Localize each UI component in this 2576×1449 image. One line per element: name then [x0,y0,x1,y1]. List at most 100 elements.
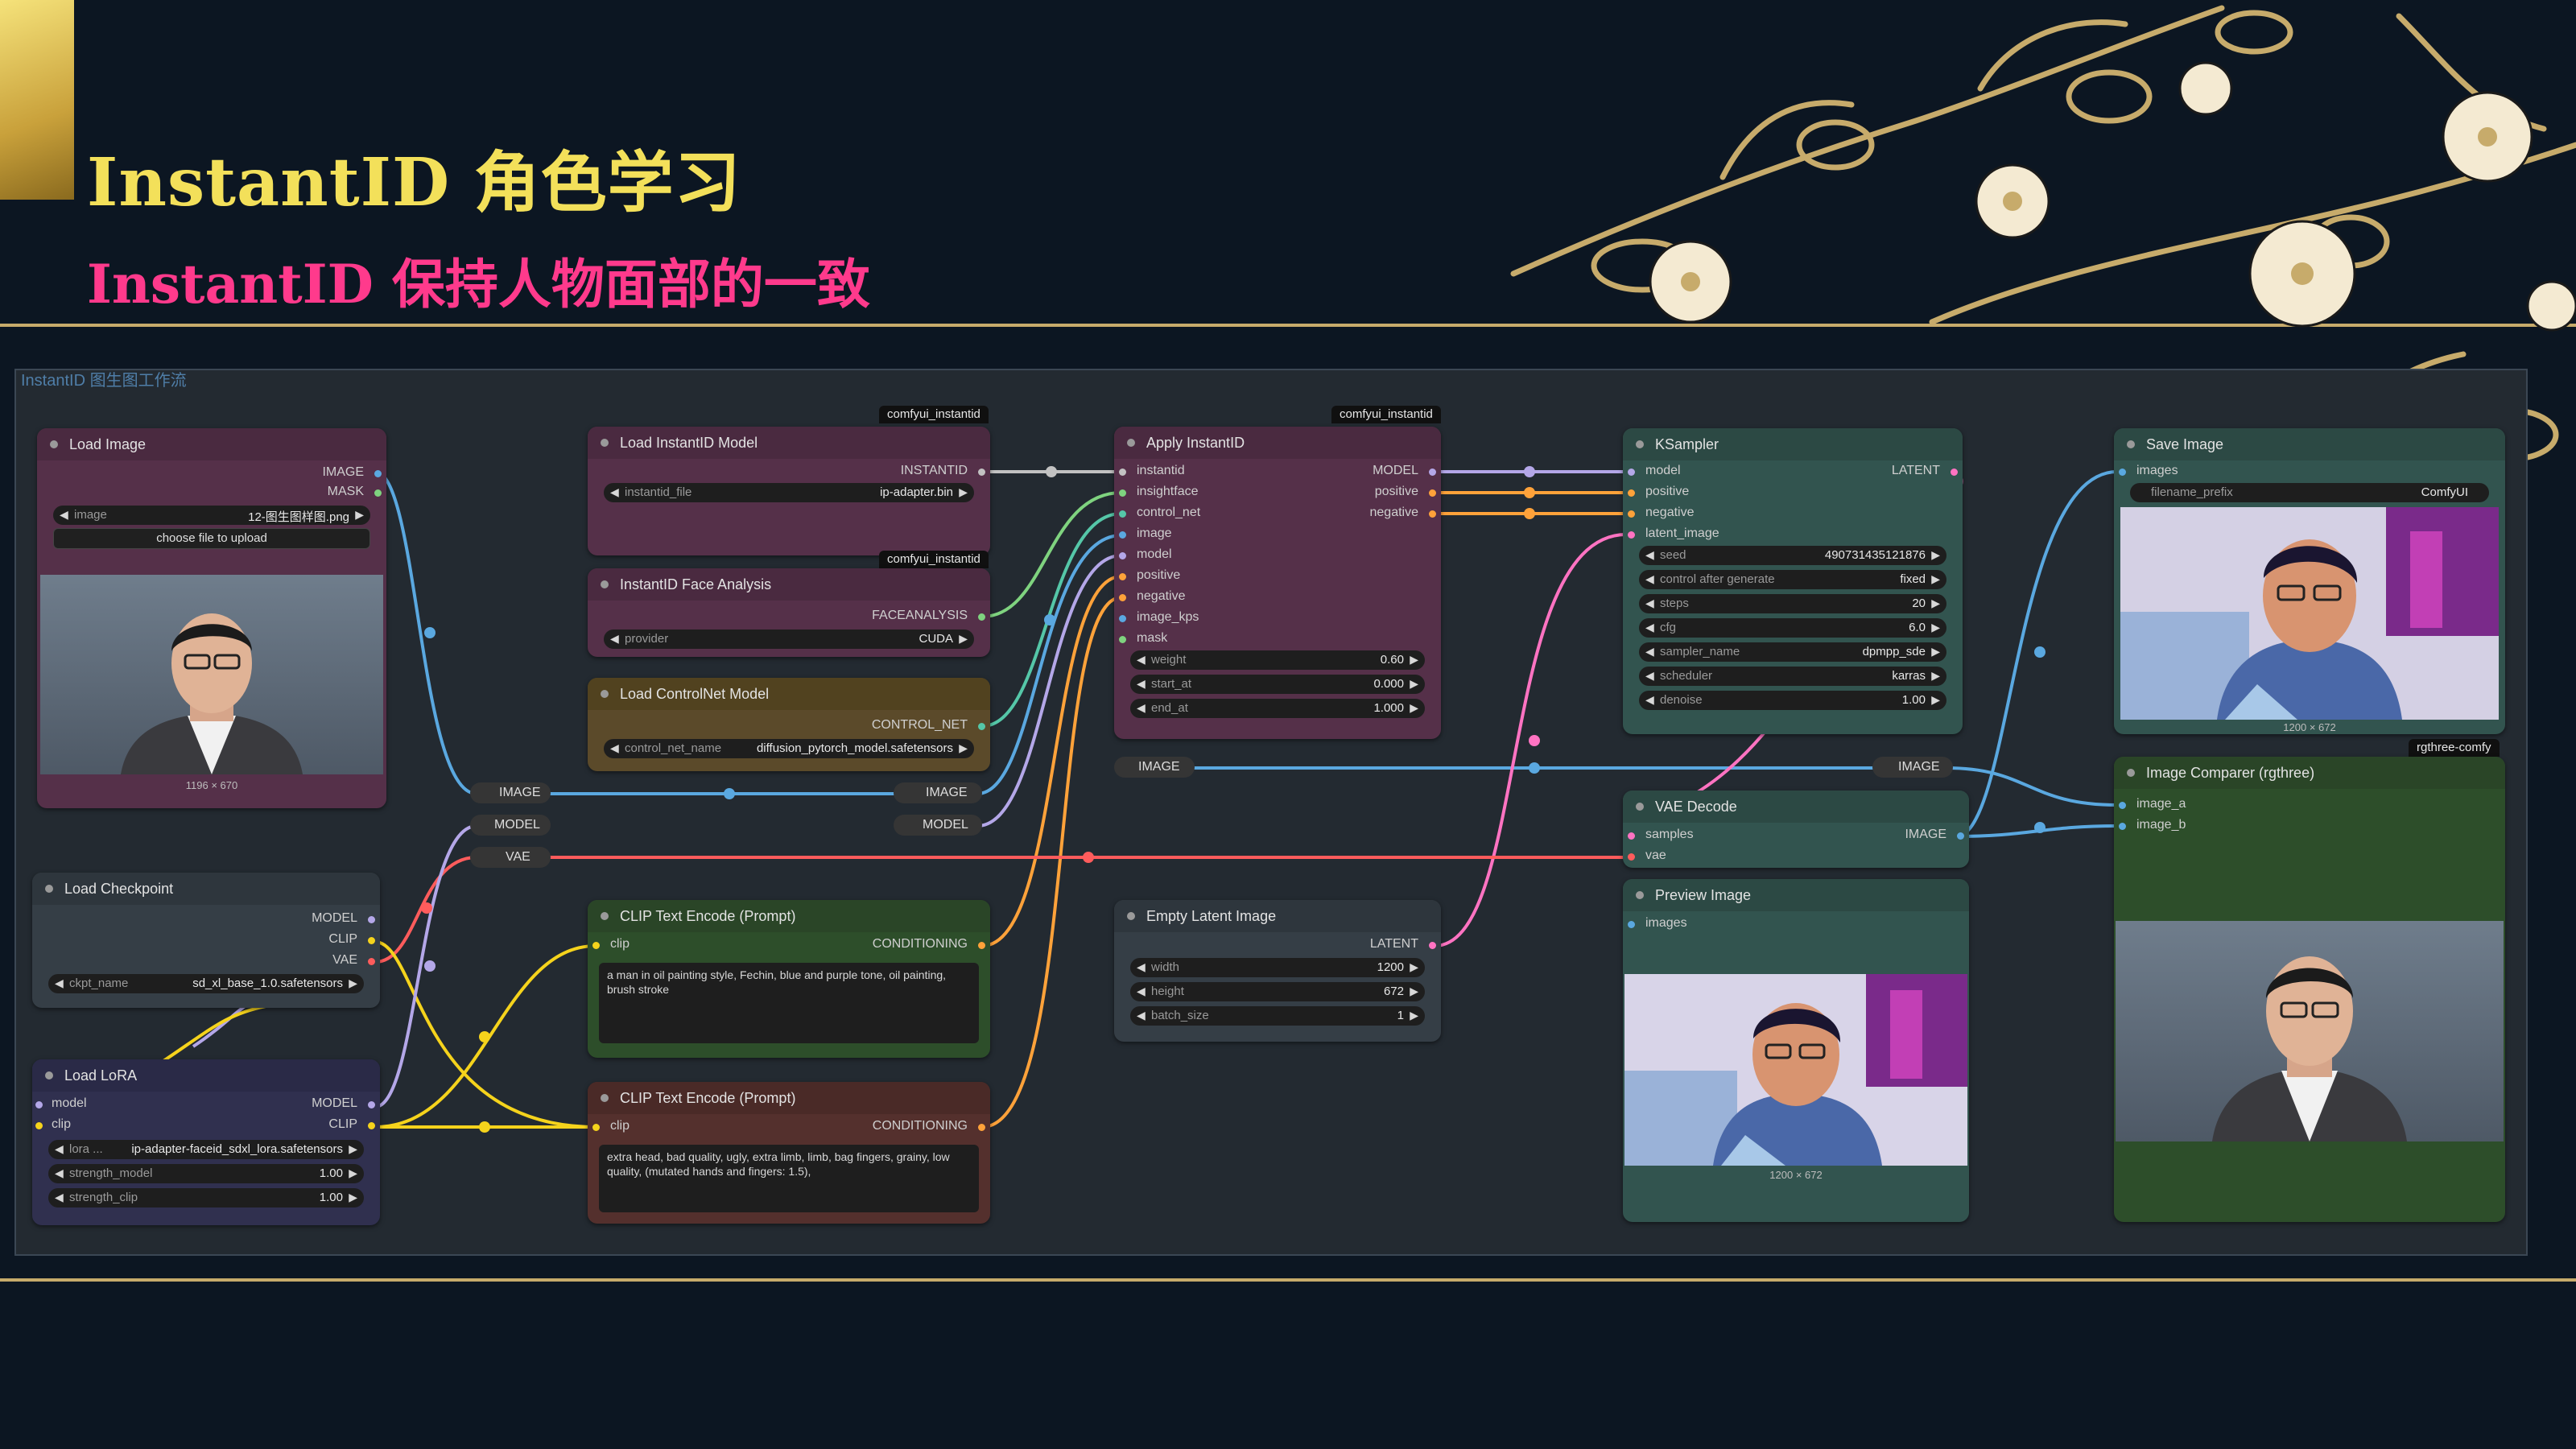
denoise-input[interactable]: ◀ denoise 1.00 ▶ [1639,691,1946,710]
node-title[interactable]: Image Comparer (rgthree) [2114,757,2505,789]
lora-name-select[interactable]: ◀ lora ... ip-adapter-faceid_sdxl_lora.saf… [48,1140,364,1159]
node-title[interactable]: Preview Image [1623,879,1969,911]
node-title[interactable]: Load Checkpoint [32,873,380,905]
output-image-dot[interactable] [374,470,382,477]
input-dot[interactable] [1119,510,1126,518]
input-dot[interactable] [1119,594,1126,601]
node-save-image[interactable]: Save Image images filename_prefix ComfyUI… [2114,428,2505,734]
right-arrow-icon[interactable]: ▶ [349,976,357,990]
cfg-input[interactable]: ◀ cfg 6.0 ▶ [1639,618,1946,638]
ckpt-name-select[interactable]: ◀ ckpt_name sd_xl_base_1.0.safetensors ▶ [48,974,364,993]
left-arrow-icon[interactable]: ◀ [1137,701,1146,715]
right-arrow-icon[interactable]: ▶ [1931,572,1940,586]
input-dot[interactable] [2119,469,2126,476]
right-arrow-icon[interactable]: ▶ [349,1191,357,1204]
output-dot[interactable] [1951,469,1958,476]
left-arrow-icon[interactable]: ◀ [1645,621,1654,634]
reroute-image-4[interactable]: IMAGE [1872,757,1953,778]
output-control-net-dot[interactable] [978,723,985,730]
left-arrow-icon[interactable]: ◀ [610,741,619,755]
input-dot[interactable] [1628,853,1635,861]
seed-input[interactable]: ◀ seed 490731435121876 ▶ [1639,546,1946,565]
output-instantid-dot[interactable] [978,469,985,476]
output-dot[interactable] [1429,489,1436,497]
filename-prefix-input[interactable]: filename_prefix ComfyUI [2130,483,2489,502]
input-dot[interactable] [1628,832,1635,840]
output-dot[interactable] [1429,469,1436,476]
node-image-comparer[interactable]: Image Comparer (rgthree) image_a image_b [2114,757,2505,1222]
left-arrow-icon[interactable]: ◀ [1137,677,1146,691]
node-title[interactable]: CLIP Text Encode (Prompt) [588,1082,990,1114]
image-select[interactable]: ◀ image 12-图生图样图.png ▶ [53,506,370,525]
negative-prompt-textarea[interactable]: extra head, bad quality, ugly, extra lim… [599,1145,979,1212]
output-dot[interactable] [368,1101,375,1108]
input-dot[interactable] [1628,510,1635,518]
node-load-lora[interactable]: Load LoRA model clip MODEL CLIP ◀ lora ..… [32,1059,380,1225]
left-arrow-icon[interactable]: ◀ [1645,572,1654,586]
right-arrow-icon[interactable]: ▶ [349,1166,357,1180]
input-dot[interactable] [2119,802,2126,809]
input-dot[interactable] [592,942,600,949]
sampler-name-select[interactable]: ◀ sampler_name dpmpp_sde ▶ [1639,642,1946,662]
left-arrow-icon[interactable]: ◀ [55,1166,64,1180]
node-ksampler[interactable]: KSampler model positive negative latent_… [1623,428,1963,734]
node-clip-text-encode-negative[interactable]: CLIP Text Encode (Prompt) clip CONDITION… [588,1082,990,1224]
right-arrow-icon[interactable]: ▶ [349,1142,357,1156]
right-arrow-icon[interactable]: ▶ [1410,677,1418,691]
node-load-instantid-model[interactable]: Load InstantID Model INSTANTID ◀ instanti… [588,427,990,555]
right-arrow-icon[interactable]: ▶ [1410,701,1418,715]
left-arrow-icon[interactable]: ◀ [610,485,619,499]
reroute-model[interactable]: MODEL [470,815,551,836]
input-dot[interactable] [1628,489,1635,497]
right-arrow-icon[interactable]: ▶ [1410,653,1418,667]
weight-slider[interactable]: ◀ weight 0.60 ▶ [1130,650,1425,670]
reroute-model-2[interactable]: MODEL [894,815,982,836]
node-title[interactable]: Save Image [2114,428,2505,460]
output-dot[interactable] [1429,942,1436,949]
node-empty-latent-image[interactable]: Empty Latent Image LATENT ◀ width 1200 ▶ ◀ h… [1114,900,1441,1042]
start-at-slider[interactable]: ◀ start_at 0.000 ▶ [1130,675,1425,694]
right-arrow-icon[interactable]: ▶ [1410,960,1418,974]
node-title[interactable]: Load Image [37,428,386,460]
node-instantid-face-analysis[interactable]: InstantID Face Analysis FACEANALYSIS ◀ pr… [588,568,990,657]
upload-button[interactable]: choose file to upload [53,528,370,549]
reroute-image[interactable]: IMAGE [470,782,551,803]
right-arrow-icon[interactable]: ▶ [355,508,364,522]
input-dot[interactable] [1628,921,1635,928]
input-dot[interactable] [1119,636,1126,643]
node-vae-decode[interactable]: VAE Decode samples vae IMAGE [1623,791,1969,868]
input-dot[interactable] [1119,573,1126,580]
output-mask-dot[interactable] [374,489,382,497]
left-arrow-icon[interactable]: ◀ [55,1142,64,1156]
positive-prompt-textarea[interactable]: a man in oil painting style, Fechin, blu… [599,963,979,1043]
output-dot[interactable] [368,1122,375,1129]
batch-size-input[interactable]: ◀ batch_size 1 ▶ [1130,1006,1425,1026]
right-arrow-icon[interactable]: ▶ [1931,693,1940,707]
right-arrow-icon[interactable]: ▶ [959,741,968,755]
input-dot[interactable] [1119,469,1126,476]
left-arrow-icon[interactable]: ◀ [1645,693,1654,707]
steps-input[interactable]: ◀ steps 20 ▶ [1639,594,1946,613]
left-arrow-icon[interactable]: ◀ [1137,1009,1146,1022]
output-dot[interactable] [368,937,375,944]
input-dot[interactable] [1119,552,1126,559]
input-dot[interactable] [592,1124,600,1131]
left-arrow-icon[interactable]: ◀ [1137,653,1146,667]
node-title[interactable]: InstantID Face Analysis [588,568,990,601]
right-arrow-icon[interactable]: ▶ [1410,1009,1418,1022]
left-arrow-icon[interactable]: ◀ [55,1191,64,1204]
output-faceanalysis-dot[interactable] [978,613,985,621]
node-title[interactable]: CLIP Text Encode (Prompt) [588,900,990,932]
right-arrow-icon[interactable]: ▶ [1931,597,1940,610]
reroute-vae[interactable]: VAE [470,847,551,868]
input-dot[interactable] [2119,823,2126,830]
output-dot[interactable] [978,942,985,949]
right-arrow-icon[interactable]: ▶ [959,485,968,499]
node-title[interactable]: Empty Latent Image [1114,900,1441,932]
reroute-image-2[interactable]: IMAGE [894,782,982,803]
control-net-name-select[interactable]: ◀ control_net_name diffusion_pytorch_model… [604,739,974,758]
left-arrow-icon[interactable]: ◀ [1137,960,1146,974]
scheduler-select[interactable]: ◀ scheduler karras ▶ [1639,667,1946,686]
strength-model-input[interactable]: ◀ strength_model 1.00 ▶ [48,1164,364,1183]
height-input[interactable]: ◀ height 672 ▶ [1130,982,1425,1001]
